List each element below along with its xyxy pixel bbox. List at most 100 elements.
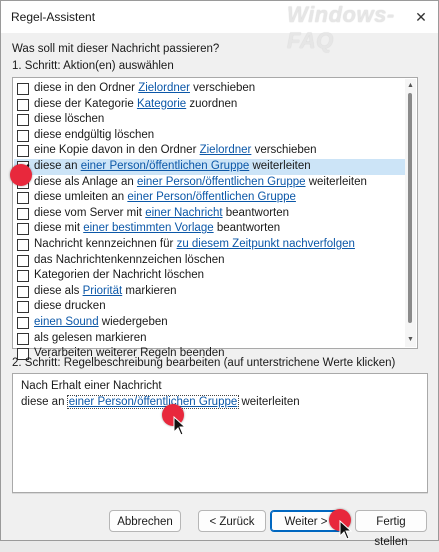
question-label: Was soll mit dieser Nachricht passieren? bbox=[12, 43, 220, 55]
action-label-text: diese vom Server mit bbox=[34, 206, 146, 219]
action-value-link[interactable]: Zielordner bbox=[138, 82, 190, 94]
action-value-link[interactable]: Priorität bbox=[83, 285, 123, 297]
action-label-suffix: weiterleiten bbox=[305, 175, 367, 188]
action-checkbox[interactable] bbox=[17, 270, 29, 283]
action-checkbox[interactable] bbox=[17, 207, 29, 220]
action-label: Nachricht kennzeichnen für zu diesem Zei… bbox=[34, 237, 355, 253]
action-value-link[interactable]: Kategorie bbox=[137, 98, 186, 110]
action-checkbox[interactable] bbox=[17, 301, 29, 314]
close-button[interactable]: ✕ bbox=[410, 7, 432, 27]
action-label: einen Sound wiedergeben bbox=[34, 315, 168, 331]
action-checkbox[interactable] bbox=[17, 145, 29, 158]
action-row[interactable]: diese als Anlage an einer Person/öffentl… bbox=[14, 175, 405, 191]
action-checkbox[interactable] bbox=[17, 114, 29, 127]
action-label: diese vom Server mit einer Nachricht bea… bbox=[34, 206, 289, 222]
scroll-up-icon[interactable]: ▲ bbox=[405, 81, 416, 91]
action-checkbox[interactable] bbox=[17, 239, 29, 251]
action-row[interactable]: diese an einer Person/öffentlichen Grupp… bbox=[14, 159, 405, 175]
action-label: diese der Kategorie Kategorie zuordnen bbox=[34, 97, 237, 113]
action-row[interactable]: Kategorien der Nachricht löschen bbox=[14, 268, 405, 284]
action-list[interactable]: ▲ ▼ diese in den Ordner Zielordner versc… bbox=[12, 77, 418, 361]
action-row[interactable]: diese in den Ordner Zielordner verschieb… bbox=[14, 81, 405, 97]
action-row[interactable]: Nachricht kennzeichnen für zu diesem Zei… bbox=[14, 237, 405, 253]
action-label-text: diese drucken bbox=[34, 300, 106, 313]
action-label-text: das Nachrichtenkennzeichen löschen bbox=[34, 253, 225, 266]
action-label-text: diese umleiten an bbox=[34, 191, 128, 204]
action-value-link[interactable]: einer bestimmten Vorlage bbox=[83, 222, 213, 234]
action-value-link[interactable]: einer Nachricht bbox=[145, 207, 222, 219]
action-label: als gelesen markieren bbox=[34, 331, 147, 347]
action-label: diese als Anlage an einer Person/öffentl… bbox=[34, 175, 367, 191]
action-label-suffix: verschieben bbox=[251, 144, 317, 157]
action-label-suffix: weiterleiten bbox=[249, 160, 311, 172]
action-checkbox[interactable] bbox=[17, 129, 29, 142]
action-label-text: diese mit bbox=[34, 222, 84, 235]
action-label-suffix: beantworten bbox=[222, 206, 290, 219]
description-line-2-prefix: diese an bbox=[21, 396, 68, 408]
action-label: diese endgültig löschen bbox=[34, 128, 154, 144]
title-bar: Regel-Assistent Windows-FAQ ✕ bbox=[1, 1, 438, 53]
scroll-down-icon[interactable]: ▼ bbox=[405, 335, 416, 345]
action-value-link[interactable]: einer Person/öffentlichen Gruppe bbox=[127, 191, 296, 203]
action-value-link[interactable]: einer Person/öffentlichen Gruppe bbox=[81, 160, 250, 172]
action-label: diese mit einer bestimmten Vorlage beant… bbox=[34, 221, 280, 237]
description-line-1: Nach Erhalt einer Nachricht bbox=[21, 380, 162, 392]
action-row[interactable]: diese drucken bbox=[14, 299, 405, 315]
rule-description-box: Nach Erhalt einer Nachricht diese an ein… bbox=[12, 373, 428, 493]
action-label: Kategorien der Nachricht löschen bbox=[34, 268, 204, 284]
mouse-cursor-icon bbox=[173, 416, 187, 436]
action-label: diese in den Ordner Zielordner verschieb… bbox=[34, 81, 255, 97]
action-value-link[interactable]: einen Sound bbox=[34, 316, 99, 328]
scroll-thumb[interactable] bbox=[408, 93, 412, 323]
action-row[interactable]: diese umleiten an einer Person/öffentlic… bbox=[14, 190, 405, 206]
action-row[interactable]: diese endgültig löschen bbox=[14, 128, 405, 144]
action-checkbox[interactable] bbox=[17, 98, 29, 111]
click-marker-icon bbox=[10, 164, 32, 186]
action-label: diese an einer Person/öffentlichen Grupp… bbox=[34, 159, 311, 175]
action-row[interactable]: als gelesen markieren bbox=[14, 331, 405, 347]
action-checkbox[interactable] bbox=[17, 83, 29, 95]
finish-button[interactable]: Fertig stellen bbox=[355, 510, 427, 548]
action-list-scrollbar[interactable]: ▲ ▼ bbox=[405, 79, 416, 347]
action-checkbox[interactable] bbox=[17, 223, 29, 236]
action-label-text: eine Kopie davon in den Ordner bbox=[34, 144, 200, 157]
recipient-link[interactable]: einer Person/öffentlichen Gruppe bbox=[66, 395, 240, 409]
window-title: Regel-Assistent bbox=[11, 10, 96, 24]
action-label-text: diese als Anlage an bbox=[34, 175, 137, 188]
step1-label: 1. Schritt: Aktion(en) auswählen bbox=[12, 60, 174, 72]
action-label-suffix: beantworten bbox=[213, 222, 281, 235]
action-checkbox[interactable] bbox=[17, 332, 29, 345]
cancel-button[interactable]: Abbrechen bbox=[109, 510, 181, 532]
action-label-text: diese als bbox=[34, 284, 83, 297]
action-row[interactable]: eine Kopie davon in den Ordner Zielordne… bbox=[14, 143, 405, 159]
action-label-text: als gelesen markieren bbox=[34, 331, 147, 344]
rules-wizard-window: Regel-Assistent Windows-FAQ ✕ Was soll m… bbox=[0, 0, 439, 548]
action-value-link[interactable]: zu diesem Zeitpunkt nachverfolgen bbox=[177, 238, 355, 250]
action-checkbox[interactable] bbox=[17, 317, 29, 329]
action-label-text: diese in den Ordner bbox=[34, 82, 139, 94]
description-line-2: diese an einer Person/öffentlichen Grupp… bbox=[21, 394, 419, 410]
action-row[interactable]: einen Sound wiedergeben bbox=[14, 315, 405, 331]
action-label: diese umleiten an einer Person/öffentlic… bbox=[34, 190, 296, 206]
step2-label: 2. Schritt: Regelbeschreibung bearbeiten… bbox=[12, 357, 396, 369]
action-checkbox[interactable] bbox=[17, 254, 29, 267]
action-row[interactable]: diese mit einer bestimmten Vorlage beant… bbox=[14, 221, 405, 237]
action-value-link[interactable]: einer Person/öffentlichen Gruppe bbox=[137, 176, 306, 188]
mouse-cursor-icon bbox=[339, 520, 353, 540]
action-label-suffix: verschieben bbox=[189, 82, 256, 94]
action-row[interactable]: diese vom Server mit einer Nachricht bea… bbox=[14, 206, 405, 222]
action-label-text: diese endgültig löschen bbox=[34, 128, 155, 141]
action-checkbox[interactable] bbox=[17, 285, 29, 298]
action-label-text: diese an bbox=[34, 160, 81, 172]
action-value-link[interactable]: Zielordner bbox=[200, 144, 252, 156]
action-row[interactable]: diese der Kategorie Kategorie zuordnen bbox=[14, 97, 405, 113]
back-button[interactable]: < Zurück bbox=[198, 510, 266, 532]
action-label-text: Nachricht kennzeichnen für bbox=[34, 238, 177, 250]
action-row[interactable]: das Nachrichtenkennzeichen löschen bbox=[14, 253, 405, 269]
action-label: diese drucken bbox=[34, 299, 106, 315]
action-row[interactable]: diese löschen bbox=[14, 112, 405, 128]
action-checkbox[interactable] bbox=[17, 192, 29, 205]
action-label: eine Kopie davon in den Ordner Zielordne… bbox=[34, 143, 317, 159]
action-row[interactable]: diese als Priorität markieren bbox=[14, 284, 405, 300]
button-bar-divider bbox=[12, 493, 428, 494]
